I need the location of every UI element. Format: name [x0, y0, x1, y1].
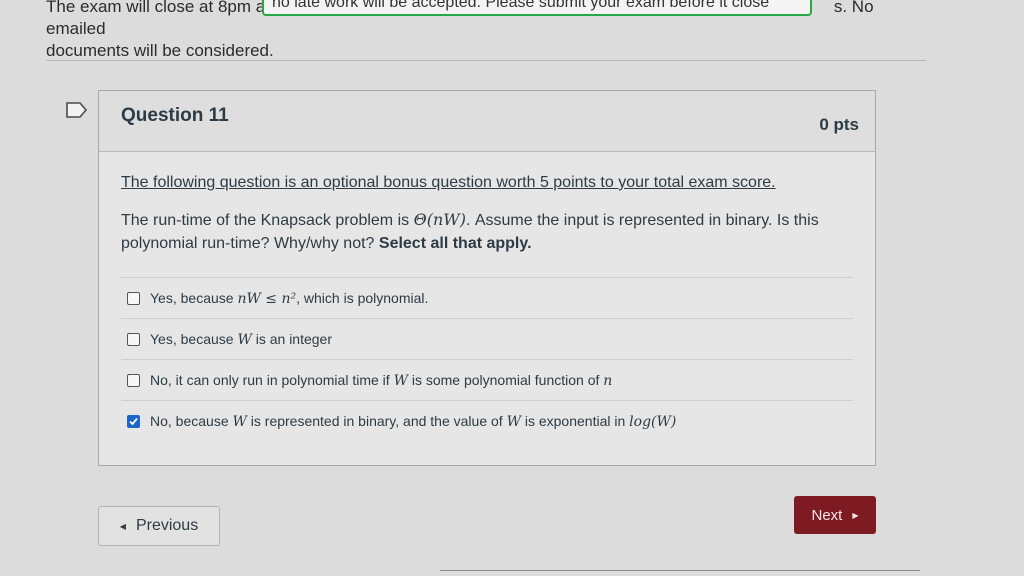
bottom-divider	[440, 570, 920, 571]
answer-label: Yes, because W is an integer	[150, 330, 333, 348]
checkbox-checked[interactable]	[127, 414, 140, 428]
answer-label: No, because W is represented in binary, …	[150, 412, 677, 430]
answer-label: Yes, because nW ≤ n², which is polynomia…	[150, 289, 429, 307]
previous-button[interactable]: ◀ Previous	[98, 506, 220, 546]
divider	[46, 60, 926, 61]
previous-label: Previous	[135, 517, 199, 534]
prompt-instruction: Select all that apply.	[378, 235, 532, 252]
answer-option-4[interactable]: No, because W is represented in binary, …	[121, 401, 853, 441]
question-card: Question 11 0 pts The following question…	[98, 90, 876, 466]
notice-line2: documents will be considered.	[46, 41, 274, 60]
answer-list: Yes, because nW ≤ n², which is polynomia…	[121, 277, 853, 441]
question-points: 0 pts	[819, 115, 859, 134]
checkbox[interactable]	[127, 332, 140, 346]
answer-option-1[interactable]: Yes, because nW ≤ n², which is polynomia…	[121, 278, 853, 319]
prompt-text-1: The run-time of the Knapsack problem is	[121, 212, 414, 229]
answer-option-2[interactable]: Yes, because W is an integer	[121, 319, 853, 360]
caret-right-icon: ▶	[852, 510, 859, 520]
question-prompt: The run-time of the Knapsack problem is …	[121, 208, 853, 255]
bonus-text: The following question is an optional bo…	[121, 174, 776, 191]
question-title: Question 11	[121, 105, 229, 126]
checkbox[interactable]	[127, 291, 140, 305]
caret-left-icon: ◀	[119, 521, 126, 531]
banner-text: no late work will be accepted. Please su…	[272, 0, 770, 11]
question-body: The following question is an optional bo…	[99, 152, 875, 441]
prompt-math: Θ(nW)	[413, 210, 466, 229]
checkbox[interactable]	[127, 373, 140, 387]
answer-label: No, it can only run in polynomial time i…	[150, 371, 613, 389]
notice-line1-start: The exam will close at 8pm and	[46, 0, 289, 16]
next-button[interactable]: Next ▶	[794, 496, 876, 534]
answer-option-3[interactable]: No, it can only run in polynomial time i…	[121, 360, 853, 401]
flag-question-icon[interactable]	[66, 102, 88, 118]
question-header: Question 11 0 pts	[99, 91, 875, 152]
alert-banner: no late work will be accepted. Please su…	[262, 0, 812, 16]
next-label: Next	[811, 506, 843, 524]
